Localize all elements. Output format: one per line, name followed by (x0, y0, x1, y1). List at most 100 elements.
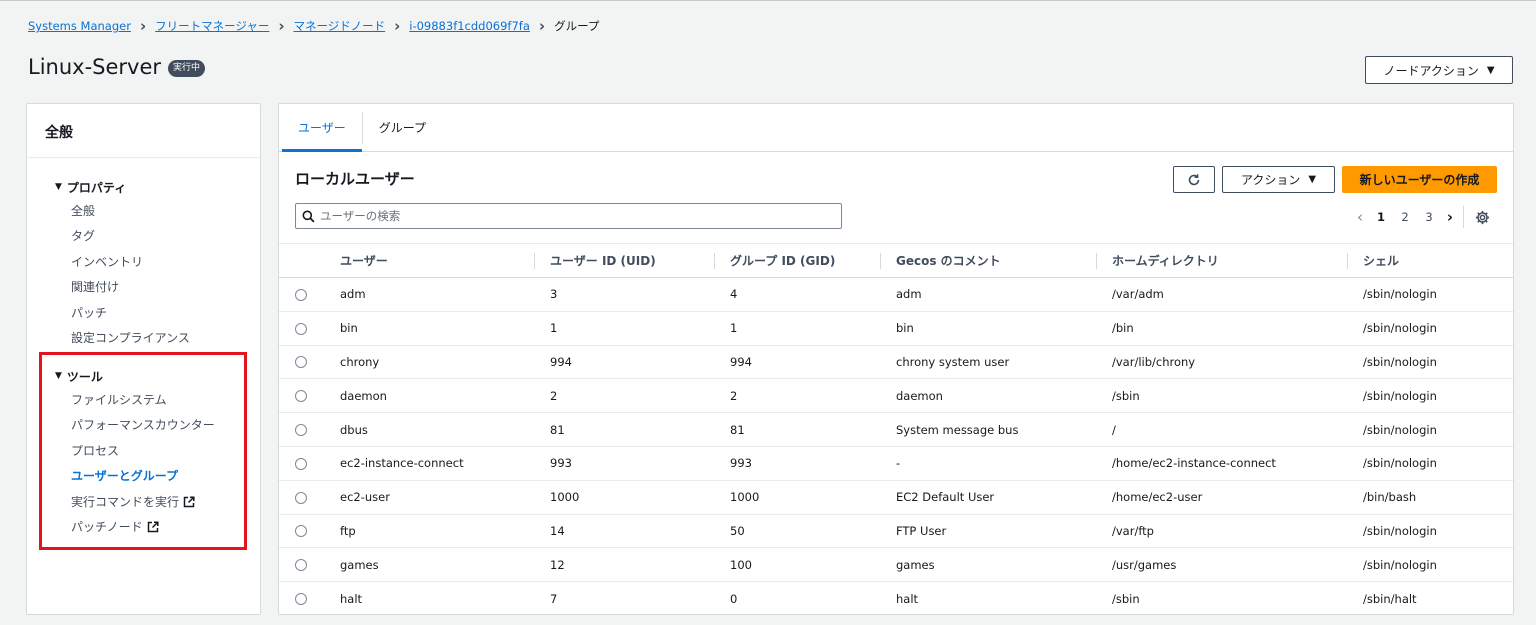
column-header-home[interactable]: ホームディレクトリ (1096, 243, 1347, 278)
external-link-icon (183, 496, 195, 507)
sidebar-item-tags[interactable]: タグ (55, 224, 260, 250)
table-row[interactable]: halt 7 0 halt /sbin /sbin/halt (279, 582, 1513, 614)
page-3[interactable]: 3 (1417, 210, 1441, 224)
row-select[interactable] (279, 514, 324, 549)
cell-user: halt (340, 591, 363, 606)
row-select[interactable] (279, 311, 324, 346)
sidebar-item-patch[interactable]: パッチ (55, 300, 260, 326)
cell-home: /bin (1096, 311, 1347, 346)
sidebar: 全般 ▼ プロパティ 全般 タグ インベントリ 関連付け パッチ 設定コンプライ… (26, 103, 261, 615)
create-user-button[interactable]: 新しいユーザーの作成 (1342, 166, 1497, 193)
actions-button[interactable]: アクション ▼ (1222, 166, 1335, 193)
cell-shell: /sbin/nologin (1347, 277, 1513, 312)
column-header-user[interactable]: ユーザー (324, 243, 534, 278)
row-select[interactable] (279, 480, 324, 515)
cell-shell: /sbin/nologin (1347, 514, 1513, 549)
row-select[interactable] (279, 582, 324, 614)
cell-home: /sbin (1096, 378, 1347, 414)
row-select[interactable] (279, 547, 324, 583)
sidebar-item-associations[interactable]: 関連付け (55, 275, 260, 301)
caret-down-icon: ▼ (55, 182, 62, 192)
cell-uid: 1000 (534, 480, 714, 515)
chevron-right-icon[interactable]: › (1441, 208, 1459, 226)
row-select[interactable] (279, 378, 324, 414)
run-command-label: 実行コマンドを実行 (71, 494, 180, 509)
radio-button[interactable] (295, 525, 307, 538)
table-body: adm 3 4 adm /var/adm /sbin/nologin bin 1… (279, 277, 1513, 615)
radio-button[interactable] (295, 559, 307, 572)
status-badge: 実行中 (168, 60, 206, 77)
cell-gecos: EC2 Default User (880, 480, 1096, 515)
sidebar-item-users-groups[interactable]: ユーザーとグループ (55, 464, 260, 490)
table-row[interactable]: ec2-user 1000 1000 EC2 Default User /hom… (279, 480, 1513, 515)
row-select[interactable] (279, 345, 324, 380)
refresh-button[interactable] (1173, 166, 1215, 193)
cell-home: /usr/games (1096, 547, 1347, 583)
breadcrumb-instance-id[interactable]: i-09883f1cdd069f7fa (409, 19, 530, 33)
cell-uid: 7 (550, 591, 558, 606)
cell-shell: /sbin/nologin (1347, 378, 1513, 414)
cell-user: ftp (324, 514, 534, 549)
row-select[interactable] (279, 446, 324, 481)
tab-users[interactable]: ユーザー (282, 104, 362, 152)
page-1[interactable]: 1 (1369, 210, 1393, 224)
pagination: ‹ 1 2 3 › (1351, 206, 1490, 228)
patch-node-label: パッチノード (71, 520, 143, 535)
sidebar-item-processes[interactable]: プロセス (55, 438, 260, 464)
chevron-left-icon[interactable]: ‹ (1351, 208, 1369, 226)
properties-section-toggle[interactable]: ▼ プロパティ (55, 178, 260, 196)
cell-uid: 12 (534, 547, 714, 583)
breadcrumb-fleet-manager[interactable]: フリートマネージャー (155, 18, 269, 34)
sidebar-item-patch-node[interactable]: パッチノード (55, 515, 260, 541)
cell-gecos: halt (896, 591, 919, 606)
column-header-gid[interactable]: グループ ID (GID) (714, 243, 880, 278)
page-2[interactable]: 2 (1393, 210, 1417, 224)
table-row[interactable]: bin 1 1 bin /bin /sbin/nologin (279, 311, 1513, 346)
sidebar-item-performance-counters[interactable]: パフォーマンスカウンター (55, 413, 260, 439)
sidebar-item-inventory[interactable]: インベントリ (55, 249, 260, 275)
sidebar-item-general[interactable]: 全般 (55, 198, 260, 224)
top-border (0, 0, 1536, 1)
cell-gid: 50 (714, 514, 880, 549)
sidebar-item-file-system[interactable]: ファイルシステム (55, 387, 260, 413)
sidebar-item-config-compliance[interactable]: 設定コンプライアンス (55, 326, 260, 352)
row-select[interactable] (279, 277, 324, 312)
radio-button[interactable] (295, 390, 307, 403)
tools-heading: ツール (66, 369, 103, 384)
tab-groups[interactable]: グループ (363, 104, 442, 151)
radio-button[interactable] (295, 457, 307, 470)
table-row[interactable]: ec2-instance-connect 993 993 - /home/ec2… (279, 446, 1513, 481)
cell-home: /home/ec2-user (1096, 480, 1347, 515)
breadcrumb-systems-manager[interactable]: Systems Manager (28, 19, 131, 33)
radio-button[interactable] (295, 424, 307, 437)
properties-heading: プロパティ (66, 180, 127, 195)
table-row[interactable]: daemon 2 2 daemon /sbin /sbin/nologin (279, 378, 1513, 414)
column-header-uid[interactable]: ユーザー ID (UID) (534, 243, 714, 278)
table-row[interactable]: dbus 81 81 System message bus / /sbin/no… (279, 412, 1513, 447)
row-select[interactable] (279, 412, 324, 447)
pager-divider (1463, 206, 1464, 228)
column-header-gecos[interactable]: Gecos のコメント (880, 243, 1096, 278)
cell-gid: 100 (714, 547, 880, 583)
tools-section: ▼ ツール ファイルシステム パフォーマンスカウンター プロセス ユーザーとグル… (27, 367, 260, 540)
breadcrumb-managed-nodes[interactable]: マネージドノード (294, 18, 386, 34)
table-row[interactable]: games 12 100 games /usr/games /sbin/nolo… (279, 547, 1513, 583)
radio-button[interactable] (295, 491, 307, 504)
gear-icon[interactable] (1474, 209, 1490, 225)
table-row[interactable]: chrony 994 994 chrony system user /var/l… (279, 345, 1513, 380)
radio-button[interactable] (295, 356, 307, 369)
table-row[interactable]: ftp 14 50 FTP User /var/ftp /sbin/nologi… (279, 514, 1513, 549)
radio-button[interactable] (295, 593, 307, 606)
cell-uid: 81 (534, 412, 714, 447)
node-action-button[interactable]: ノードアクション ▼ (1365, 56, 1513, 84)
radio-button[interactable] (295, 322, 307, 335)
table-row[interactable]: adm 3 4 adm /var/adm /sbin/nologin (279, 277, 1513, 312)
radio-button[interactable] (295, 288, 307, 301)
tools-section-toggle[interactable]: ▼ ツール (55, 367, 260, 385)
cell-gid: 1 (714, 311, 880, 346)
sidebar-item-run-command[interactable]: 実行コマンドを実行 (55, 489, 260, 515)
search-input[interactable] (320, 209, 820, 223)
chevron-right-icon: › (278, 16, 285, 35)
caret-down-icon: ▼ (55, 371, 62, 381)
column-header-shell[interactable]: シェル (1347, 243, 1513, 278)
